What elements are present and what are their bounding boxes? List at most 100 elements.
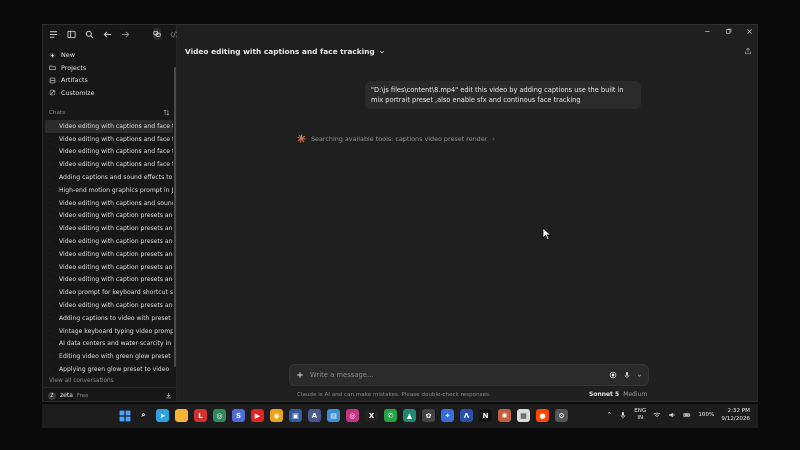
claude-icon[interactable]: ✺	[498, 409, 511, 422]
chat-list-item[interactable]: · Video editing with caption presets and	[45, 299, 173, 312]
clock[interactable]: 2:32 PM 9/12/2026	[721, 407, 750, 423]
chat-list-item[interactable]: · Video editing with caption presets and	[45, 248, 173, 261]
chat-list-item[interactable]: · Video editing with captions and face tr	[45, 146, 173, 159]
chat-title: Video prompt for keyboard shortcut sh	[59, 289, 173, 297]
app-green-icon[interactable]: ▲	[403, 409, 416, 422]
chat-title: Video editing with caption presets and	[59, 302, 173, 310]
nav-projects-label: Projects	[61, 63, 87, 72]
x-icon[interactable]: X	[365, 409, 378, 422]
nav-new[interactable]: New	[43, 49, 176, 62]
battery-icon[interactable]	[683, 411, 691, 419]
sidebar-scrollbar[interactable]	[174, 67, 176, 367]
sidebar: New Projects Artifacts Customize Chats ·…	[43, 25, 179, 401]
chat-list-item[interactable]: · Video editing with captions and sound	[45, 197, 173, 210]
message-input[interactable]	[310, 371, 603, 379]
wifi-icon[interactable]	[653, 411, 661, 419]
app-s-icon[interactable]: S	[232, 409, 245, 422]
app-photo-icon[interactable]: ▣	[289, 409, 302, 422]
chat-bullet-icon: ·	[49, 174, 51, 181]
chat-list-item[interactable]: · Video editing with captions and face tr	[45, 158, 173, 171]
settings-icon[interactable]: ⚙	[555, 409, 568, 422]
minimize-icon[interactable]	[704, 28, 711, 35]
back-arrow-icon[interactable]	[103, 30, 112, 39]
add-attachment-icon[interactable]	[296, 371, 304, 379]
calendar-icon[interactable]: ▦	[517, 409, 530, 422]
forward-arrow-icon[interactable]	[121, 30, 130, 39]
mouse-cursor	[542, 227, 552, 241]
notion-icon[interactable]: N	[479, 409, 492, 422]
app-blue-icon[interactable]: Λ	[460, 409, 473, 422]
chat-title: AI data centers and water scarcity in In	[59, 340, 173, 348]
nav-customize[interactable]: Customize	[43, 87, 176, 100]
volume-icon[interactable]	[668, 411, 676, 419]
chat-bullet-icon: ·	[49, 136, 51, 143]
app-circle-icon[interactable]: ◎	[213, 409, 226, 422]
maximize-icon[interactable]	[725, 28, 732, 35]
windows-start-icon[interactable]	[118, 409, 131, 422]
telegram-icon[interactable]: ➤	[156, 409, 169, 422]
chat-list-item[interactable]: · Vintage keyboard typing video prompt	[45, 325, 173, 338]
chat-list-item[interactable]: · Video editing with caption presets and	[45, 222, 173, 235]
model-selector[interactable]: Sonnet 5 Medium	[589, 391, 647, 398]
record-icon[interactable]	[609, 371, 617, 379]
app-l-icon[interactable]: L	[194, 409, 207, 422]
chat-list-item[interactable]: · Video prompt for keyboard shortcut sh	[45, 286, 173, 299]
chat-list-item[interactable]: · Adding captions and sound effects to v	[45, 171, 173, 184]
conversation-title[interactable]: Video editing with captions and face tra…	[185, 47, 385, 56]
app-book-icon[interactable]: ▤	[327, 409, 340, 422]
chat-list-item[interactable]: · High-end motion graphics prompt in JS	[45, 184, 173, 197]
sidebar-toggle-icon[interactable]	[67, 30, 76, 39]
microphone-icon[interactable]	[619, 411, 627, 419]
share-icon[interactable]	[744, 47, 752, 55]
chatgpt-icon[interactable]: ✿	[422, 409, 435, 422]
taskbar-apps: ⌕ ➤ L ◎ S ▶ ◉ ▣ A ▤ ◎ X ✆ ▲ ✿ ✦ Λ N ✺ ▦ ● ⚙	[118, 409, 568, 422]
instagram-icon[interactable]: ◎	[346, 409, 359, 422]
folder-icon	[49, 66, 56, 71]
sort-icon[interactable]	[163, 109, 170, 116]
youtube-icon[interactable]: ▶	[251, 409, 264, 422]
app-a-icon[interactable]: A	[308, 409, 321, 422]
file-explorer-icon[interactable]	[175, 409, 188, 422]
chat-list-item[interactable]: · Video editing with caption presets and	[45, 261, 173, 274]
gemini-icon[interactable]: ✦	[441, 409, 454, 422]
nav-artifacts[interactable]: Artifacts	[43, 74, 176, 87]
chat-list-item[interactable]: · AI data centers and water scarcity in I…	[45, 338, 173, 351]
reddit-icon[interactable]: ●	[536, 409, 549, 422]
chat-title: High-end motion graphics prompt in JS	[59, 186, 173, 194]
search-icon[interactable]: ⌕	[137, 409, 150, 422]
close-icon[interactable]	[746, 28, 753, 35]
chat-bullet-icon: ·	[49, 340, 51, 347]
chat-bullet-icon: ·	[49, 148, 51, 155]
language-indicator[interactable]: ENG IN	[634, 408, 646, 422]
chat-list-item[interactable]: · Editing video with green glow preset	[45, 350, 173, 363]
plus-circle-icon	[49, 52, 56, 59]
menu-icon[interactable]	[49, 30, 58, 39]
chat-list-item[interactable]: · Video editing with caption presets and	[45, 210, 173, 223]
chat-list-item[interactable]: · Video editing with caption presets and	[45, 274, 173, 287]
nav-projects[interactable]: Projects	[43, 62, 176, 75]
user-account[interactable]: Z zeta Free	[43, 387, 177, 401]
chevron-up-icon[interactable]: ⌃	[606, 411, 612, 419]
chat-title: Video editing with caption presets and	[59, 250, 173, 258]
chat-bullet-icon: ·	[49, 161, 51, 168]
download-icon[interactable]	[165, 392, 172, 399]
chat-bullet-icon: ·	[49, 276, 51, 283]
chrome-icon[interactable]: ◉	[270, 409, 283, 422]
microphone-icon[interactable]	[623, 371, 631, 379]
chevron-down-icon[interactable]	[637, 373, 642, 378]
chat-mode-icon[interactable]	[153, 28, 161, 40]
whatsapp-icon[interactable]: ✆	[384, 409, 397, 422]
search-icon[interactable]	[85, 30, 94, 39]
chat-list-item[interactable]: · Applying green glow preset to video	[45, 363, 173, 376]
chat-bullet-icon: ·	[49, 123, 51, 130]
chat-list-item[interactable]: · Video editing with captions and face tr	[45, 133, 173, 146]
chat-title: Applying green glow preset to video	[59, 366, 170, 374]
chat-list-item[interactable]: · Adding captions to video with preset	[45, 312, 173, 325]
chat-list-item[interactable]: · Video editing with caption presets and	[45, 235, 173, 248]
view-all-conversations-link[interactable]: View all conversations	[49, 378, 114, 384]
tool-status[interactable]: Searching available tools: captions vide…	[297, 134, 495, 143]
message-composer	[289, 364, 649, 386]
chat-bullet-icon: ·	[49, 200, 51, 207]
chat-list-item[interactable]: · Video editing with captions and face tr	[45, 120, 173, 133]
user-message-bubble: "D:\js files\content\8.mp4" edit this vi…	[365, 81, 641, 109]
